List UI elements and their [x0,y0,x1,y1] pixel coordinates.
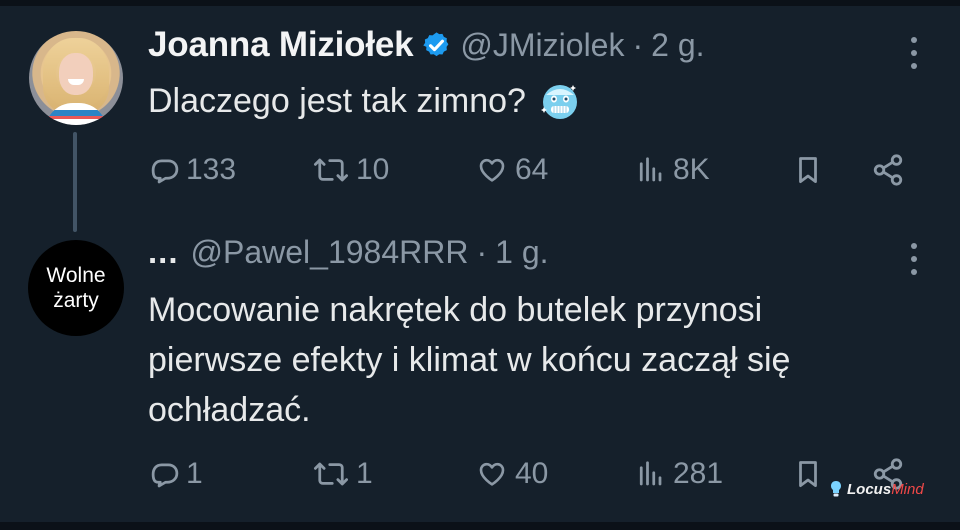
bookmark-icon [799,157,817,183]
views-button[interactable]: 281 [633,454,723,494]
retweet-icon [314,158,348,182]
views-button[interactable]: 8K [633,150,710,190]
reply-button[interactable]: 1 [150,454,203,494]
retweet-button[interactable]: 1 [312,454,373,494]
watermark-text-mind: Mind [891,480,924,498]
like-count: 64 [515,153,549,186]
like-icon [479,158,505,182]
tweet-message: Dlaczego jest tak zimno? [148,82,526,120]
like-button[interactable]: 64 [475,150,548,190]
retweet-count: 1 [356,457,373,490]
top-divider [0,0,960,6]
bottom-divider [0,522,960,530]
verified-badge-icon [423,31,449,56]
like-icon [479,462,505,486]
views-count: 8K [673,153,710,186]
like-count: 40 [515,457,549,490]
avatar[interactable]: Wolne żarty [28,240,124,336]
more-options-icon[interactable] [910,242,918,276]
bookmark-button[interactable] [793,454,823,494]
views-icon [639,157,662,182]
bookmark-icon [799,461,817,487]
bookmark-button[interactable] [793,150,823,190]
share-button[interactable] [871,150,905,190]
retweet-button[interactable]: 10 [312,150,389,190]
reply-count: 133 [186,153,237,186]
retweet-count: 10 [356,153,390,186]
avatar-face [59,53,93,95]
share-icon [873,154,903,186]
separator-dot: · [476,233,488,270]
reply-button[interactable]: 133 [150,150,236,190]
avatar-text-line-1: Wolne [46,264,106,287]
views-icon [639,461,662,486]
reply-count: 1 [186,457,203,490]
handle[interactable]: @Pawel_1984RRR [191,234,469,271]
handle[interactable]: @JMiziolek [460,27,624,64]
views-count: 281 [673,457,724,490]
tweet-actions: 133 10 64 8K [150,150,920,190]
reply-icon [151,463,179,488]
timestamp[interactable]: 1 g. [495,234,548,271]
separator-dot: · [632,26,644,63]
tweet-header: Joanna Miziołek @JMiziolek · 2 g. [148,25,705,65]
tweet-pawel[interactable]: Wolne żarty ... @Pawel_1984RRR · 1 g. Mo… [0,230,960,520]
tweet-text: Dlaczego jest tak zimno? [148,76,580,126]
watermark-text-locus: Locus [847,480,892,498]
avatar[interactable] [29,31,123,125]
watermark: Locus Mind [830,479,924,499]
display-name[interactable]: Joanna Miziołek [148,25,414,65]
display-name-prefix[interactable]: ... [148,233,179,271]
timestamp[interactable]: 2 g. [651,27,704,64]
light-bulb-icon [831,481,841,497]
tweet-header: ... @Pawel_1984RRR · 1 g. [148,233,549,271]
avatar-text-line-2: żarty [53,289,99,312]
cold-face-icon [540,85,577,119]
thread-line [73,132,77,232]
like-button[interactable]: 40 [475,454,548,494]
more-options-icon[interactable] [910,36,918,70]
tweet-actions: 1 1 40 281 [150,454,920,494]
tweet-text: Mocowanie nakrętek do butelek przynosi p… [148,291,791,429]
tweet-joanna[interactable]: Joanna Miziołek @JMiziolek · 2 g. Dlacze… [0,18,960,218]
reply-icon [151,159,179,184]
retweet-icon [314,462,348,486]
